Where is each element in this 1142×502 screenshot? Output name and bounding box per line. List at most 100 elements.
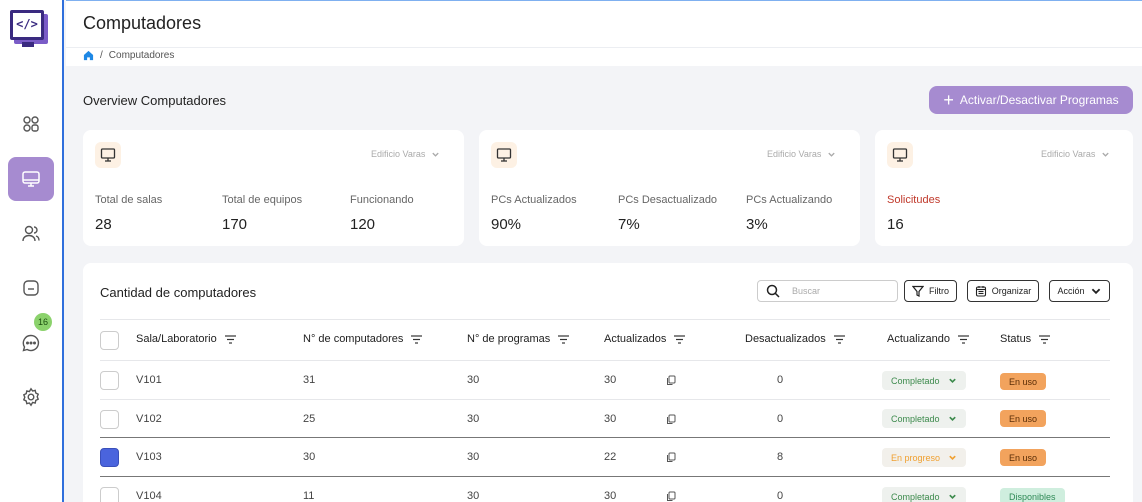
stat-value: 3% xyxy=(746,216,768,233)
building-dropdown[interactable]: Edificio Varas xyxy=(1041,149,1110,159)
row-checkbox[interactable] xyxy=(100,448,119,467)
chevron-down-icon xyxy=(949,455,956,460)
cell-updated: 30 xyxy=(604,490,617,502)
sidebar-item-settings[interactable] xyxy=(8,375,54,419)
col-header-updated[interactable]: Actualizados xyxy=(604,333,686,345)
search-box[interactable] xyxy=(757,280,898,302)
sidebar-item-messages[interactable]: 16 xyxy=(8,313,54,365)
col-header-label: Actualizados xyxy=(604,333,667,345)
filter-icon xyxy=(912,285,924,297)
copy-icon[interactable] xyxy=(666,491,676,502)
building-dropdown[interactable]: Edificio Varas xyxy=(371,149,440,159)
stat-label: PCs Actualizados xyxy=(491,194,577,206)
organize-button[interactable]: Organizar xyxy=(967,280,1039,302)
row-divider xyxy=(100,399,1110,400)
action-label: Acción xyxy=(1057,286,1085,296)
home-icon[interactable] xyxy=(83,50,94,61)
monitor-icon xyxy=(95,142,121,168)
summary-card-rooms: Edificio Varas Total de salas 28 Total d… xyxy=(83,130,464,246)
calendar-icon xyxy=(975,286,986,297)
cell-outdated: 0 xyxy=(777,374,784,386)
building-dropdown-label: Edificio Varas xyxy=(1041,149,1096,159)
cell-updated: 30 xyxy=(604,374,617,386)
sidebar-item-dashboard[interactable] xyxy=(8,102,54,146)
sidebar-item-computers[interactable] xyxy=(8,157,54,201)
breadcrumb-current: Computadores xyxy=(108,50,175,61)
stat-label: PCs Actualizando xyxy=(746,194,833,206)
header-divider xyxy=(100,360,1110,361)
updating-dropdown[interactable]: Completado xyxy=(882,487,966,502)
row-checkbox[interactable] xyxy=(100,487,119,502)
row-checkbox[interactable] xyxy=(100,371,119,390)
copy-icon[interactable] xyxy=(666,452,676,463)
stat-working: Funcionando 120 xyxy=(350,194,414,233)
messages-badge: 16 xyxy=(34,313,52,331)
col-header-programs[interactable]: N° de programas xyxy=(467,333,570,345)
updating-label: En progreso xyxy=(891,452,941,463)
plus-icon: + xyxy=(943,90,954,110)
building-dropdown-label: Edificio Varas xyxy=(767,149,822,159)
cell-room[interactable]: V101 xyxy=(136,374,162,386)
col-header-label: Status xyxy=(1000,333,1032,345)
sidebar-item-folder[interactable] xyxy=(8,266,54,310)
col-header-status[interactable]: Status xyxy=(1000,333,1051,345)
col-header-label: N° de programas xyxy=(467,333,551,345)
row-checkbox[interactable] xyxy=(100,410,119,429)
cell-outdated: 8 xyxy=(777,451,784,463)
action-dropdown[interactable]: Acción xyxy=(1049,280,1110,302)
filter-button[interactable]: Filtro xyxy=(904,280,957,302)
cell-computers: 31 xyxy=(303,374,316,386)
updating-label: Completado xyxy=(891,375,940,386)
cell-room[interactable]: V103 xyxy=(136,451,162,463)
building-dropdown-label: Edificio Varas xyxy=(371,149,426,159)
sort-icon xyxy=(674,334,686,344)
cell-computers: 30 xyxy=(303,451,316,463)
copy-icon[interactable] xyxy=(666,375,676,386)
copy-icon[interactable] xyxy=(666,414,676,425)
stat-requests[interactable]: Solicitudes 16 xyxy=(887,194,940,233)
cell-programs: 30 xyxy=(467,413,480,425)
status-badge: En uso xyxy=(1000,373,1047,390)
col-header-updating[interactable]: Actualizando xyxy=(887,333,969,345)
select-all-checkbox[interactable] xyxy=(100,331,119,350)
cell-room[interactable]: V102 xyxy=(136,413,162,425)
row-divider xyxy=(100,437,1110,438)
chevron-down-icon xyxy=(948,494,956,499)
col-header-room[interactable]: Sala/Laboratorio xyxy=(136,333,236,345)
table-top-divider xyxy=(100,319,1110,320)
toggle-programs-button[interactable]: + Activar/Desactivar Programas xyxy=(929,86,1133,114)
toggle-programs-label: Activar/Desactivar Programas xyxy=(959,93,1119,107)
col-header-computers[interactable]: N° de computadores xyxy=(303,333,423,345)
stat-label: PCs Desactualizado xyxy=(618,194,718,206)
grid-icon xyxy=(23,116,39,132)
building-dropdown[interactable]: Edificio Varas xyxy=(767,149,836,159)
stat-value: 90% xyxy=(491,216,522,233)
chevron-down-icon xyxy=(1102,152,1110,157)
monitor-icon xyxy=(887,142,913,168)
sort-icon xyxy=(1039,334,1051,344)
cell-room[interactable]: V104 xyxy=(136,490,162,502)
stat-value: 28 xyxy=(95,216,112,233)
col-header-label: N° de computadores xyxy=(303,333,404,345)
page-title: Computadores xyxy=(83,13,202,33)
chevron-down-icon xyxy=(828,152,836,157)
header-divider xyxy=(66,47,1142,48)
sort-icon xyxy=(224,334,236,344)
monitor-icon xyxy=(22,171,40,187)
stat-total-equipment: Total de equipos 170 xyxy=(222,194,302,233)
updating-dropdown[interactable]: En progreso xyxy=(882,448,967,467)
row-divider xyxy=(100,476,1110,477)
search-input[interactable] xyxy=(792,286,892,296)
search-icon xyxy=(766,284,780,298)
col-header-outdated[interactable]: Desactualizados xyxy=(745,333,845,345)
app-logo[interactable]: </> xyxy=(8,10,56,50)
cell-updated: 30 xyxy=(604,413,617,425)
sidebar-item-users[interactable] xyxy=(8,212,54,256)
updating-dropdown[interactable]: Completado xyxy=(882,371,966,390)
stat-value: 7% xyxy=(618,216,640,233)
status-badge: En uso xyxy=(1000,449,1047,466)
updating-dropdown[interactable]: Completado xyxy=(882,409,966,428)
status-badge: En uso xyxy=(1000,410,1047,427)
col-header-label: Actualizando xyxy=(887,333,950,345)
stat-pcs-outdated: PCs Desactualizado 7% xyxy=(618,194,717,233)
